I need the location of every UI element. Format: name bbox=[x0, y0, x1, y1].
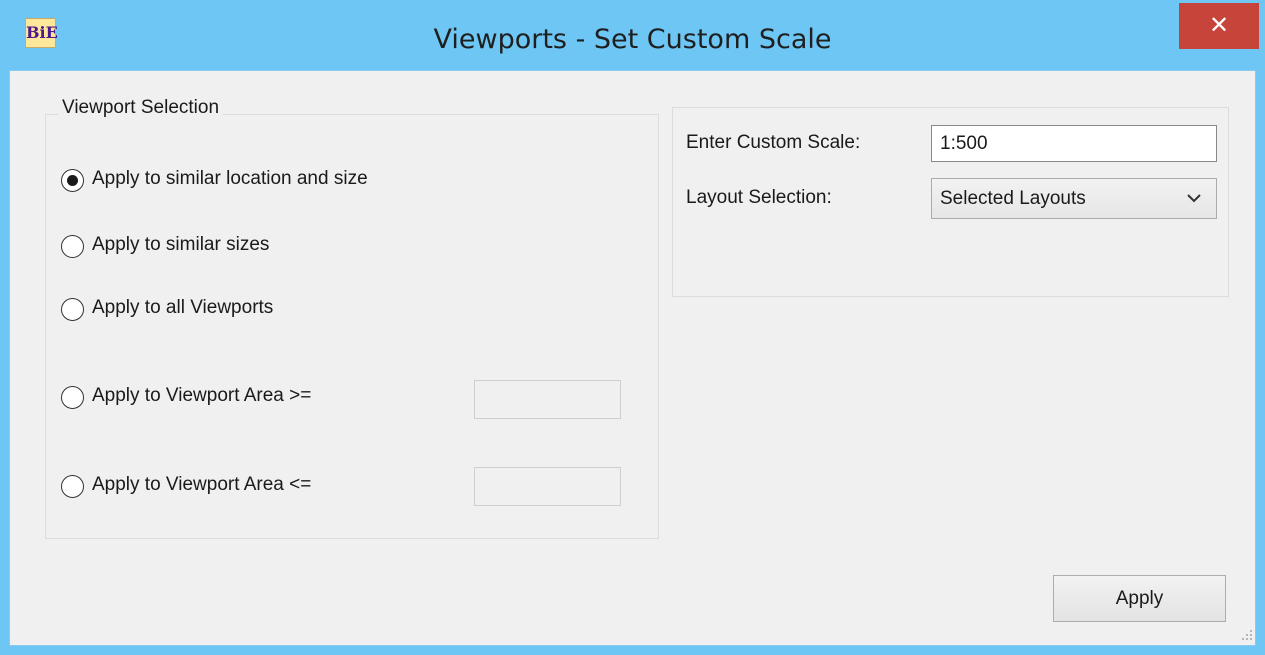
area-max-input[interactable] bbox=[474, 467, 621, 506]
layout-selection-label: Layout Selection: bbox=[686, 187, 832, 208]
resize-grip-icon[interactable] bbox=[1238, 626, 1254, 642]
window-title: Viewports - Set Custom Scale bbox=[433, 24, 832, 55]
radio-button-checked[interactable] bbox=[61, 169, 84, 192]
layout-selection-dropdown[interactable]: Selected Layouts bbox=[931, 178, 1217, 219]
chevron-down-icon bbox=[1187, 194, 1201, 203]
radio-button[interactable] bbox=[61, 235, 84, 258]
dialog-client-area: Viewport Selection Apply to similar loca… bbox=[9, 70, 1256, 646]
app-icon: BiE bbox=[25, 18, 58, 48]
radio-label: Apply to similar sizes bbox=[92, 234, 270, 255]
viewport-selection-legend: Viewport Selection bbox=[58, 97, 224, 119]
apply-button[interactable]: Apply bbox=[1053, 575, 1226, 622]
radio-label: Apply to similar location and size bbox=[92, 168, 368, 189]
radio-label: Apply to all Viewports bbox=[92, 297, 274, 318]
radio-button[interactable] bbox=[61, 298, 84, 321]
custom-scale-input[interactable] bbox=[931, 125, 1217, 162]
radio-label: Apply to Viewport Area <= bbox=[92, 474, 312, 495]
radio-label: Apply to Viewport Area >= bbox=[92, 385, 312, 406]
dialog-window: BiE Viewports - Set Custom Scale ✕ Viewp… bbox=[0, 0, 1265, 655]
title-bar[interactable]: BiE Viewports - Set Custom Scale ✕ bbox=[0, 0, 1265, 70]
layout-selection-value: Selected Layouts bbox=[940, 188, 1086, 209]
radio-button[interactable] bbox=[61, 386, 84, 409]
area-min-input[interactable] bbox=[474, 380, 621, 419]
custom-scale-label: Enter Custom Scale: bbox=[686, 132, 861, 153]
close-button[interactable]: ✕ bbox=[1179, 3, 1259, 49]
radio-button[interactable] bbox=[61, 475, 84, 498]
